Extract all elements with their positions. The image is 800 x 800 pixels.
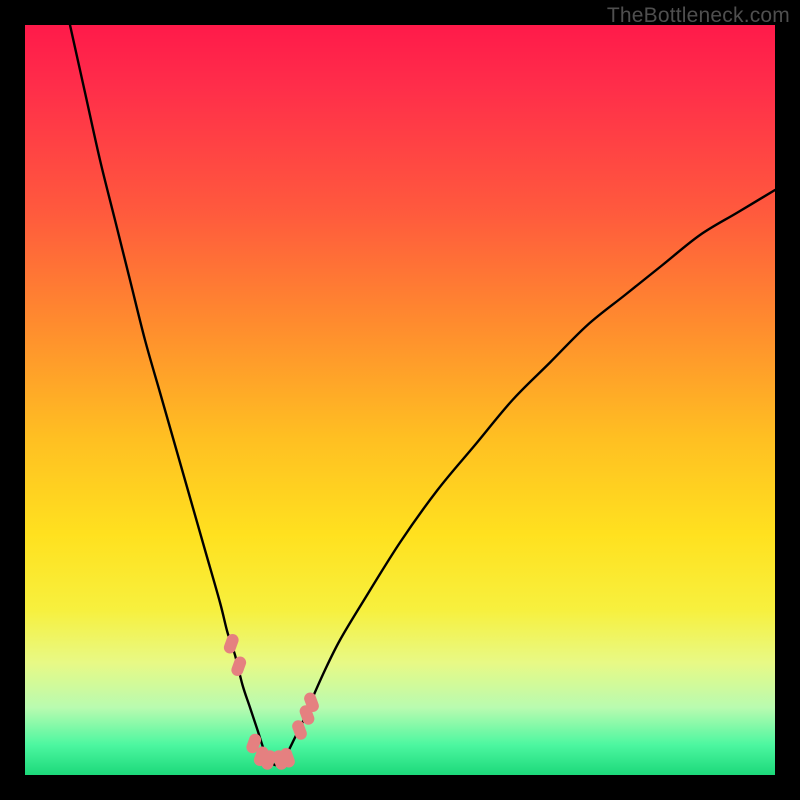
highlight-marker — [222, 632, 240, 655]
highlight-markers — [222, 632, 320, 771]
watermark-text: TheBottleneck.com — [607, 4, 790, 28]
chart-plot-area — [25, 25, 775, 775]
bottleneck-curve-line — [70, 25, 775, 765]
chart-svg — [25, 25, 775, 775]
highlight-marker — [230, 655, 248, 678]
